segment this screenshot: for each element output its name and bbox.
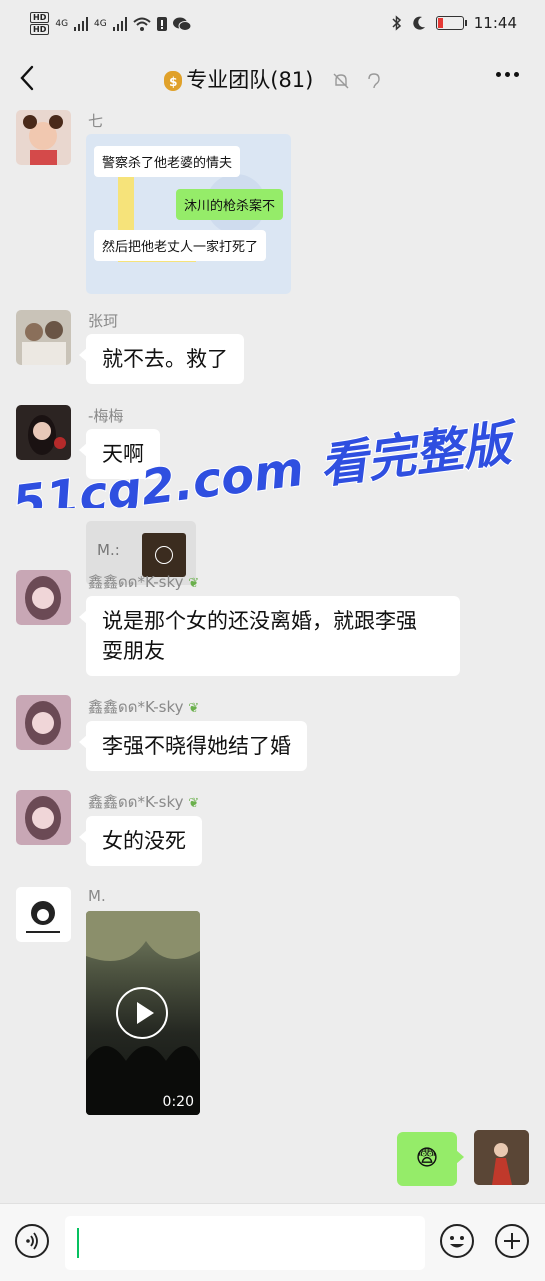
wifi-icon: [133, 17, 151, 31]
hd-badge: HD: [30, 12, 50, 23]
message-bubble[interactable]: 就不去。救了: [79, 334, 244, 384]
quote-label: M.:: [97, 541, 120, 559]
status-bar: HD HD 4G 4G 11:44: [0, 0, 545, 52]
message-item: M. 0:20: [16, 887, 536, 1119]
avatar[interactable]: [16, 110, 71, 165]
message-bubble[interactable]: 女的没死: [79, 816, 202, 866]
message-line: 说是那个女的还没离婚，就跟李强: [102, 609, 417, 633]
status-right: 11:44: [392, 14, 517, 32]
ear-icon: [368, 73, 380, 89]
message-bubble[interactable]: 说是那个女的还没离婚，就跟李强 耍朋友: [79, 596, 460, 676]
bell-muted-icon: [333, 73, 349, 89]
leaf-icon: ❦: [188, 796, 200, 811]
voice-icon[interactable]: [15, 1224, 49, 1258]
message-item: 鑫鑫ดด*K-sky ❦ 李强不晓得她结了婚: [16, 695, 536, 775]
avatar[interactable]: [16, 887, 71, 942]
avatar-image: [474, 1130, 529, 1185]
bluetooth-icon: [392, 15, 401, 31]
message-bubble-self[interactable]: 😨: [397, 1132, 464, 1186]
video-message[interactable]: 0:20: [86, 911, 200, 1115]
message-input[interactable]: [65, 1216, 425, 1270]
self-message: 😨: [329, 1130, 529, 1188]
message-item: 鑫鑫ดด*K-sky ❦ 说是那个女的还没离婚，就跟李强 耍朋友: [16, 570, 536, 680]
emoji-icon[interactable]: [440, 1224, 474, 1258]
avatar-image: [25, 576, 61, 620]
plus-icon[interactable]: [495, 1224, 529, 1258]
video-duration: 0:20: [162, 1094, 194, 1110]
avatar[interactable]: [16, 570, 71, 625]
leaf-icon: ❦: [188, 701, 200, 716]
avatar[interactable]: [16, 790, 71, 845]
image-text-line: 警察杀了他老婆的情夫: [94, 146, 241, 177]
alert-icon: [156, 16, 167, 31]
wechat-icon: [172, 17, 191, 31]
message-item: 鑫鑫ดด*K-sky ❦ 女的没死: [16, 790, 536, 870]
avatar-image: [25, 796, 61, 840]
message-line: 耍朋友: [102, 639, 165, 663]
status-left: HD HD 4G 4G: [30, 12, 191, 35]
chat-title-wrap: $ 专业团队(81): [0, 64, 545, 94]
avatar-image: [28, 415, 66, 455]
message-composer: [0, 1203, 545, 1281]
avatar-image: [22, 321, 66, 365]
image-message[interactable]: 警察杀了他老婆的情夫 沐川的枪杀案不 然后把他老丈人一家打死了: [86, 134, 291, 294]
text-cursor: [77, 1228, 79, 1258]
avatar[interactable]: [16, 310, 71, 365]
message-bubble[interactable]: 李强不晓得她结了婚: [79, 721, 307, 771]
message-item: 七 警察杀了他老婆的情夫 沐川的枪杀案不 然后把他老丈人一家打死了: [16, 110, 536, 300]
leaf-icon: ❦: [188, 576, 200, 591]
sender-name: 七: [88, 112, 104, 130]
network-label: 4G: [94, 18, 107, 29]
sender-name: 鑫鑫ดด*K-sky ❦: [88, 698, 200, 716]
avatar-self[interactable]: [474, 1130, 529, 1185]
status-time: 11:44: [473, 14, 517, 32]
sender-name: -梅梅: [88, 407, 124, 425]
play-icon[interactable]: [116, 987, 168, 1039]
sender-name: 鑫鑫ดด*K-sky ❦: [88, 793, 200, 811]
sender-name: 鑫鑫ดด*K-sky ❦: [88, 573, 200, 591]
message-bubble[interactable]: 天啊: [79, 429, 160, 479]
signal-icon: [112, 16, 127, 31]
more-icon[interactable]: [496, 72, 519, 77]
money-bag-icon: $: [164, 71, 183, 91]
hd-badge: HD: [30, 24, 50, 35]
signal-icon: [74, 16, 89, 31]
message-item: 张珂 就不去。救了: [16, 310, 536, 390]
sender-name: M.: [88, 887, 106, 905]
avatar-image: [26, 901, 60, 933]
message-item: -梅梅 天啊 M.:: [16, 405, 536, 585]
image-text-line: 然后把他老丈人一家打死了: [94, 230, 267, 261]
avatar-image: [25, 701, 61, 745]
moon-icon: [413, 16, 425, 30]
network-label: 4G: [55, 18, 69, 29]
image-text-line: 沐川的枪杀案不: [176, 189, 284, 220]
battery-icon: [435, 16, 467, 30]
avatar[interactable]: [16, 695, 71, 750]
chat-title: 专业团队(81): [186, 68, 314, 92]
chat-header: $ 专业团队(81): [0, 52, 545, 104]
avatar-image: [23, 115, 63, 165]
avatar[interactable]: [16, 405, 71, 460]
sender-name: 张珂: [88, 312, 119, 330]
